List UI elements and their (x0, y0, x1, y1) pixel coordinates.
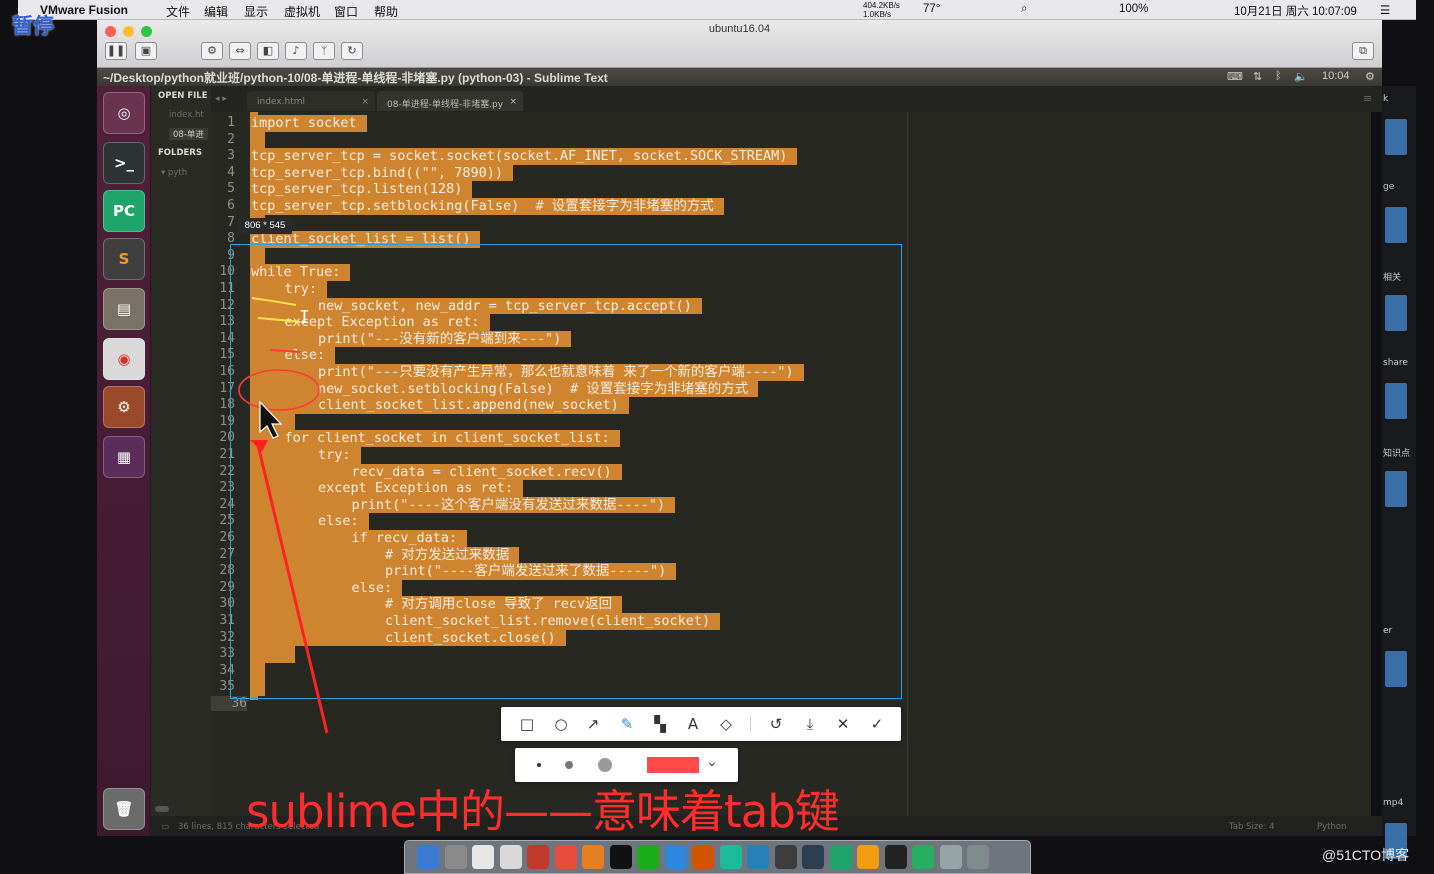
terminal-icon[interactable] (774, 845, 797, 869)
tab-size-status[interactable]: Tab Size: 4 (1229, 822, 1275, 832)
sublime-icon[interactable] (829, 845, 852, 869)
preview-icon[interactable] (939, 845, 962, 869)
red-circle-mark (238, 369, 320, 411)
arrow-tool-icon[interactable]: ↗ (583, 714, 603, 734)
text-tool-icon[interactable]: A (683, 714, 703, 734)
annotation-caption: sublime中的——意味着tab键 (246, 785, 840, 838)
strip-label: er (1383, 626, 1393, 636)
thumbnail-icon[interactable] (1385, 119, 1407, 155)
trash-icon[interactable] (967, 845, 989, 869)
strip-label: mp4 (1383, 798, 1404, 808)
status-icon[interactable]: ▭ (161, 822, 169, 832)
safari-icon[interactable] (719, 845, 742, 869)
brush-medium-icon[interactable] (565, 761, 573, 769)
strip-label: share (1383, 358, 1408, 368)
strip-label: 相关 (1383, 273, 1402, 283)
ftp-icon[interactable] (912, 845, 934, 869)
strip-label: 知识点 (1383, 449, 1411, 459)
wechat-icon[interactable] (637, 845, 659, 869)
yellow-mark-2 (257, 317, 301, 323)
screen: VMware Fusion 文件 编辑 显示 虚拟机 窗口 帮助 404.2KB/s 1.0… (0, 0, 1434, 874)
pen-tool-icon[interactable]: ✎ (617, 714, 637, 734)
finder-icon[interactable] (417, 845, 439, 869)
tools-icon[interactable] (747, 845, 769, 869)
capture-toolbar: □ ○ ↗ ✎ ▚ A ◇ ↺ ⤓ ✕ ✓ (501, 707, 901, 741)
undo-icon[interactable]: ↺ (766, 714, 786, 734)
launchpad-icon[interactable] (444, 845, 467, 869)
mouse-cursor-icon (259, 400, 283, 439)
mosaic-tool-icon[interactable]: ▚ (650, 714, 670, 734)
strip-label: k (1383, 94, 1389, 104)
tag-tool-icon[interactable]: ◇ (716, 714, 736, 734)
python-icon[interactable] (884, 845, 907, 869)
thumbnail-icon[interactable] (1385, 207, 1407, 243)
chrome-icon[interactable] (692, 845, 714, 869)
sidebar-scrollbar[interactable] (155, 806, 169, 812)
thumbnail-icon[interactable] (1385, 383, 1407, 419)
text-cursor-icon: I (299, 307, 310, 328)
pycharm-icon[interactable] (802, 845, 824, 869)
red-arrow-line (256, 444, 329, 734)
qq-icon[interactable] (609, 845, 632, 869)
annotation-overlay: I (238, 297, 329, 734)
chevron-down-icon[interactable]: ⌄ (706, 754, 718, 770)
color-swatch[interactable] (647, 757, 699, 773)
mail-icon[interactable] (664, 845, 687, 869)
yellow-mark-1 (251, 297, 297, 306)
weibo-icon[interactable] (554, 845, 577, 869)
background-window-strip: k ge 相关 share 知识点 er mp4 (1382, 86, 1416, 859)
close-icon[interactable]: ✕ (833, 714, 853, 734)
brush-large-icon[interactable] (598, 758, 612, 772)
thumbnail-icon[interactable] (1385, 295, 1407, 331)
watermark: @51CTO博客 (1322, 847, 1410, 863)
toolbar-divider (750, 716, 751, 732)
download-icon[interactable]: ⤓ (800, 714, 820, 734)
thumbnail-icon[interactable] (1385, 651, 1407, 687)
system-icon[interactable] (857, 845, 879, 869)
calendar-icon[interactable] (472, 845, 494, 869)
confirm-icon[interactable]: ✓ (867, 714, 887, 734)
thumbnail-icon[interactable] (1385, 471, 1407, 507)
mac-dock (404, 840, 1031, 874)
rectangle-tool-icon[interactable]: □ (517, 714, 537, 734)
screen-share-icon[interactable] (527, 845, 549, 869)
strip-label: ge (1383, 182, 1395, 192)
red-mark (269, 349, 301, 353)
music-icon[interactable] (582, 845, 604, 869)
ellipse-tool-icon[interactable]: ○ (551, 714, 571, 734)
notes-icon[interactable] (499, 845, 522, 869)
syntax-status[interactable]: Python (1317, 822, 1346, 832)
brush-small-icon[interactable] (537, 763, 541, 767)
